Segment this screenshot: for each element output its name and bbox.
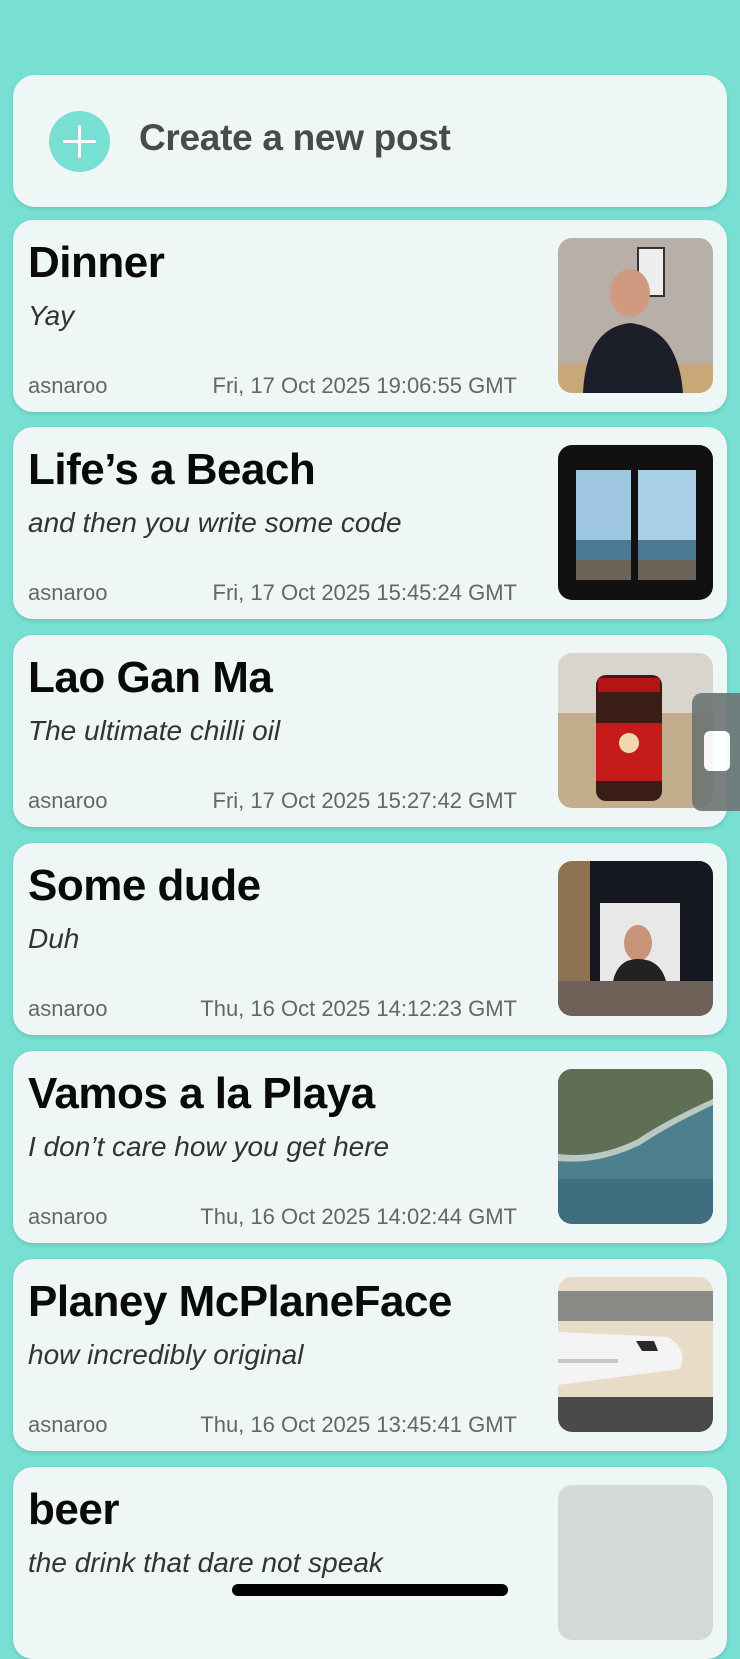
post-date: Fri, 17 Oct 2025 15:27:42 GMT [212, 788, 517, 813]
post-subtitle: the drink that dare not speak [28, 1547, 383, 1578]
post-author: asnaroo [28, 373, 108, 398]
post-card[interactable]: Lao Gan Ma The ultimate chilli oil asnar… [13, 635, 727, 827]
post-subtitle: The ultimate chilli oil [28, 715, 281, 746]
post-date: Thu, 16 Oct 2025 14:02:44 GMT [200, 1204, 517, 1229]
post-title: beer [28, 1485, 119, 1534]
post-author: asnaroo [28, 996, 108, 1021]
post-title: Dinner [28, 238, 165, 287]
post-title: Some dude [28, 861, 261, 910]
post-card[interactable]: Life’s a Beach and then you write some c… [13, 427, 727, 619]
post-thumbnail[interactable] [558, 1277, 713, 1432]
post-thumbnail[interactable] [558, 653, 713, 808]
post-date: Fri, 17 Oct 2025 15:45:24 GMT [212, 580, 517, 605]
post-thumbnail[interactable] [558, 445, 713, 600]
home-indicator[interactable] [232, 1584, 508, 1596]
post-card[interactable]: Dinner Yay asnaroo Fri, 17 Oct 2025 19:0… [13, 220, 727, 412]
post-subtitle: Duh [28, 923, 80, 954]
post-thumbnail[interactable] [558, 861, 713, 1016]
scroll-handle[interactable] [692, 693, 740, 811]
post-title: Planey McPlaneFace [28, 1277, 452, 1326]
post-author: asnaroo [28, 1412, 108, 1437]
post-thumbnail[interactable] [558, 1069, 713, 1224]
post-card[interactable]: Planey McPlaneFace how incredibly origin… [13, 1259, 727, 1451]
post-title: Lao Gan Ma [28, 653, 273, 702]
post-author: asnaroo [28, 788, 108, 813]
plus-icon [49, 111, 110, 172]
post-author: asnaroo [28, 1204, 108, 1229]
post-date: Thu, 16 Oct 2025 13:45:41 GMT [200, 1412, 517, 1437]
post-date: Thu, 16 Oct 2025 14:12:23 GMT [200, 996, 517, 1021]
scroll-knob[interactable] [704, 731, 730, 771]
post-subtitle: and then you write some code [28, 507, 402, 538]
create-post-label: Create a new post [139, 117, 451, 158]
create-post-button[interactable]: Create a new post [13, 75, 727, 207]
post-subtitle: I don’t care how you get here [28, 1131, 390, 1162]
post-thumbnail-placeholder[interactable] [558, 1485, 713, 1640]
post-subtitle: how incredibly original [28, 1339, 304, 1370]
post-author: asnaroo [28, 580, 108, 605]
post-title: Life’s a Beach [28, 445, 316, 494]
post-subtitle: Yay [28, 300, 75, 331]
post-card[interactable]: Some dude Duh asnaroo Thu, 16 Oct 2025 1… [13, 843, 727, 1035]
post-thumbnail[interactable] [558, 238, 713, 393]
post-date: Fri, 17 Oct 2025 19:06:55 GMT [212, 373, 517, 398]
post-card[interactable]: Vamos a la Playa I don’t care how you ge… [13, 1051, 727, 1243]
post-card[interactable]: beer the drink that dare not speak [13, 1467, 727, 1659]
post-title: Vamos a la Playa [28, 1069, 375, 1118]
